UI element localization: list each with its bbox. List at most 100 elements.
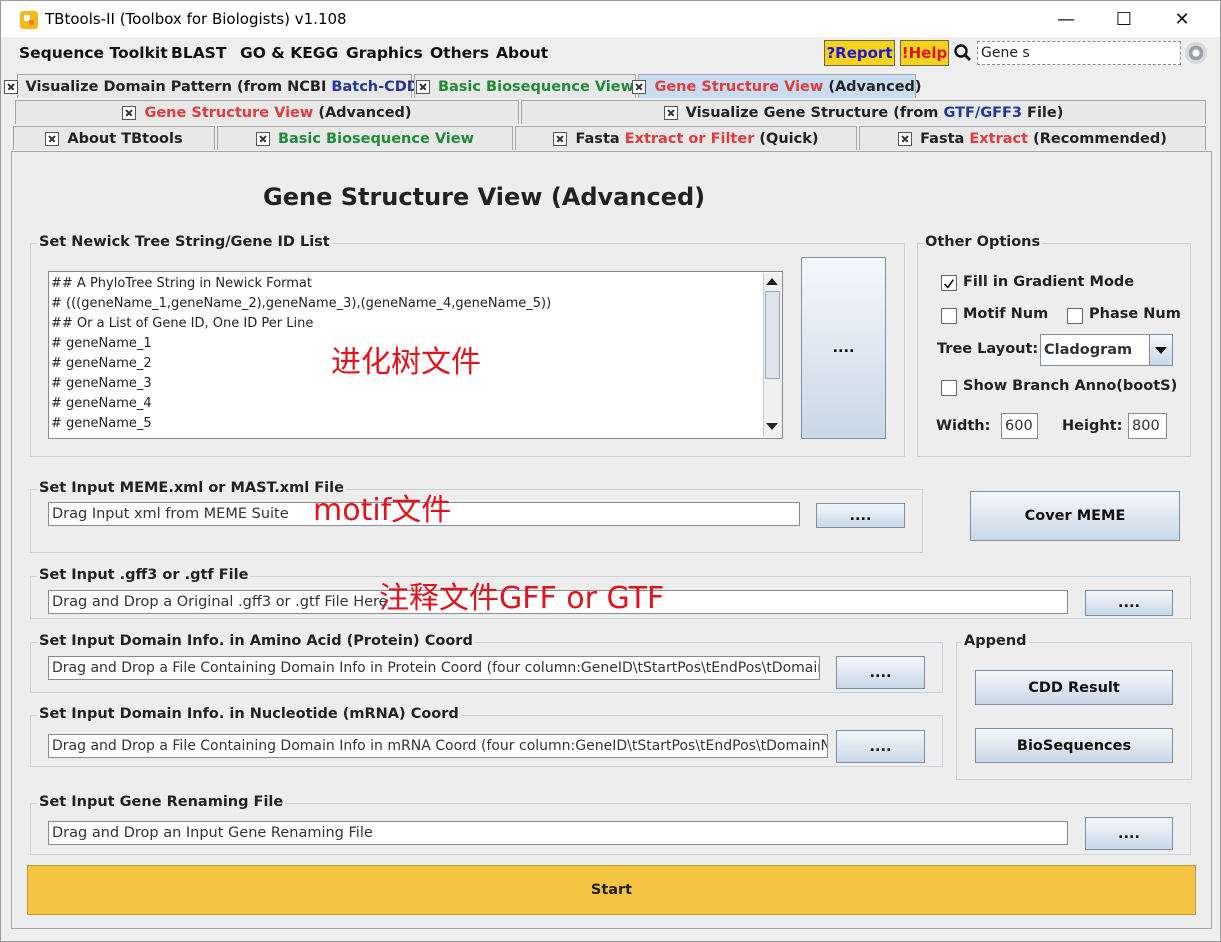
tab-fasta-extract-filter[interactable]: Fasta Extract or Filter (Quick) — [515, 126, 857, 150]
tab-label: Basic Biosequence View — [278, 131, 474, 147]
tab-gene-structure-view-advanced-active[interactable]: Gene Structure View (Advanced) — [632, 74, 922, 98]
annotation-tree-file: 进化树文件 — [331, 345, 481, 380]
fill-gradient-checkbox[interactable] — [941, 275, 957, 291]
tab-label-part: Batch-CDD — [331, 78, 419, 95]
window-title: TBtools-II (Toolbox for Biologists) v1.1… — [45, 10, 347, 28]
domain-mrna-browse-button[interactable]: .... — [836, 730, 925, 763]
tree-layout-label: Tree Layout: — [937, 341, 1039, 357]
close-tab-icon[interactable] — [3, 79, 18, 94]
page-title: Gene Structure View (Advanced) — [263, 183, 706, 211]
domain-mrna-input[interactable] — [48, 734, 828, 758]
tab-label: Gene Structure View (Advanced) — [144, 105, 411, 121]
menu-graphics[interactable]: Graphics — [346, 44, 423, 62]
newick-line: # geneName_4 — [51, 396, 152, 411]
tab-label-part: Extract — [969, 130, 1029, 147]
tab-label-part: Basic Biosequence View — [277, 130, 475, 147]
tab-basic-biosequence-view[interactable]: Basic Biosequence View — [414, 74, 636, 98]
cdd-result-button[interactable]: CDD Result — [975, 670, 1173, 705]
tab-basic-biosequence-view-2[interactable]: Basic Biosequence View — [217, 126, 513, 150]
tab-visualize-gene-structure[interactable]: Visualize Gene Structure (from GTF/GFF3 … — [521, 100, 1206, 124]
close-tab-icon[interactable] — [415, 79, 430, 94]
tab-label-part: (Advanced) — [313, 104, 412, 121]
tab-about-tbtools[interactable]: About TBtools — [13, 126, 215, 150]
menu-go-kegg[interactable]: GO & KEGG — [240, 44, 338, 62]
close-tab-icon[interactable] — [255, 131, 270, 146]
menu-others[interactable]: Others — [430, 44, 489, 62]
newick-line: ## A PhyloTree String in Newick Format — [51, 276, 312, 291]
close-tab-icon[interactable] — [663, 105, 678, 120]
menu-sequence-toolkit[interactable]: Sequence Toolkit — [19, 44, 168, 62]
phase-num-label: Phase Num — [1089, 306, 1181, 322]
tab-label-part: Gene Structure View — [654, 78, 824, 95]
tab-label-part: Visualize Gene Structure (from — [685, 104, 944, 121]
close-tab-icon[interactable] — [45, 131, 60, 146]
newick-line: # (((geneName_1,geneName_2),geneName_3),… — [51, 296, 552, 311]
search-input[interactable] — [977, 41, 1181, 65]
domain-protein-input[interactable] — [48, 656, 820, 680]
show-branch-checkbox[interactable] — [941, 380, 957, 396]
tab-label-part: Basic Biosequence View — [437, 78, 635, 95]
annotation-gff-gtf-file: 注释文件GFF or GTF — [379, 581, 665, 616]
append-label: Append — [962, 633, 1029, 649]
report-button[interactable]: ?Report — [824, 40, 895, 66]
newick-line: # geneName_3 — [51, 376, 152, 391]
settings-dot-icon[interactable] — [1185, 42, 1207, 64]
search-icon[interactable] — [953, 43, 973, 63]
meme-browse-button[interactable]: .... — [816, 503, 905, 528]
tab-visualize-domain-pattern[interactable]: Visualize Domain Pattern (from NCBI Batc… — [3, 74, 425, 98]
show-branch-label: Show Branch Anno(bootS) — [963, 378, 1178, 394]
tab-label-part: Visualize Domain Pattern (from NCBI — [25, 78, 332, 95]
domain-mrna-label: Set Input Domain Info. in Nucleotide (mR… — [37, 706, 461, 722]
maximize-button[interactable]: ☐ — [1109, 5, 1139, 33]
height-input[interactable] — [1128, 413, 1167, 439]
rename-input[interactable] — [48, 821, 1068, 845]
tab-label: Visualize Gene Structure (from GTF/GFF3 … — [686, 105, 1064, 121]
tab-label-part: Gene Structure View — [144, 104, 314, 121]
motif-num-label: Motif Num — [963, 306, 1049, 322]
scrollbar-thumb[interactable] — [765, 291, 780, 379]
close-tab-icon[interactable] — [898, 131, 913, 146]
tab-label-part: Extract or Filter — [624, 130, 755, 147]
height-label: Height: — [1062, 418, 1123, 434]
tab-label: Fasta Extract (Recommended) — [920, 131, 1167, 147]
menu-blast[interactable]: BLAST — [171, 44, 226, 62]
tree-layout-value: Cladogram — [1044, 342, 1133, 358]
scroll-up-icon[interactable] — [766, 278, 778, 285]
scroll-down-icon[interactable] — [766, 423, 778, 430]
start-button[interactable]: Start — [27, 865, 1196, 915]
tab-label-part: Fasta — [920, 130, 970, 147]
gff-browse-button[interactable]: .... — [1085, 590, 1173, 616]
motif-num-checkbox[interactable] — [941, 308, 957, 324]
width-input[interactable] — [1001, 413, 1038, 439]
close-tab-icon[interactable] — [122, 105, 137, 120]
help-button[interactable]: !Help — [900, 40, 949, 66]
tab-label: Fasta Extract or Filter (Quick) — [575, 131, 818, 147]
tab-label-part: GTF/GFF3 — [943, 104, 1022, 121]
chevron-down-icon[interactable] — [1149, 335, 1172, 365]
domain-protein-browse-button[interactable]: .... — [836, 656, 925, 689]
menu-about[interactable]: About — [496, 44, 548, 62]
width-label: Width: — [936, 418, 991, 434]
app-window: TBtools-II (Toolbox for Biologists) v1.1… — [0, 0, 1221, 942]
newick-line: ## Or a List of Gene ID, One ID Per Line — [51, 316, 314, 331]
tab-label-part: (Recommended) — [1028, 130, 1167, 147]
close-tab-icon[interactable] — [632, 79, 647, 94]
fill-gradient-label: Fill in Gradient Mode — [963, 274, 1135, 290]
close-button[interactable]: ✕ — [1167, 5, 1197, 33]
tbtools-logo-icon — [20, 11, 38, 29]
close-tab-icon[interactable] — [553, 131, 568, 146]
minimize-button[interactable]: — — [1051, 5, 1081, 33]
tab-label-part: About TBtools — [67, 130, 183, 147]
check-icon — [944, 279, 955, 289]
tab-label: Basic Biosequence View — [438, 79, 634, 95]
phase-num-checkbox[interactable] — [1067, 308, 1083, 324]
gff-group-label: Set Input .gff3 or .gtf File — [37, 567, 251, 583]
cover-meme-button[interactable]: Cover MEME — [970, 491, 1180, 541]
tab-fasta-extract-recommended[interactable]: Fasta Extract (Recommended) — [859, 126, 1206, 150]
tab-gene-structure-view-advanced[interactable]: Gene Structure View (Advanced) — [15, 100, 519, 124]
rename-browse-button[interactable]: .... — [1085, 817, 1173, 850]
newick-line: # geneName_1 — [51, 336, 152, 351]
tab-label-part: (Quick) — [754, 130, 819, 147]
biosequences-button[interactable]: BioSequences — [975, 728, 1173, 763]
newick-browse-button[interactable]: .... — [801, 257, 886, 439]
